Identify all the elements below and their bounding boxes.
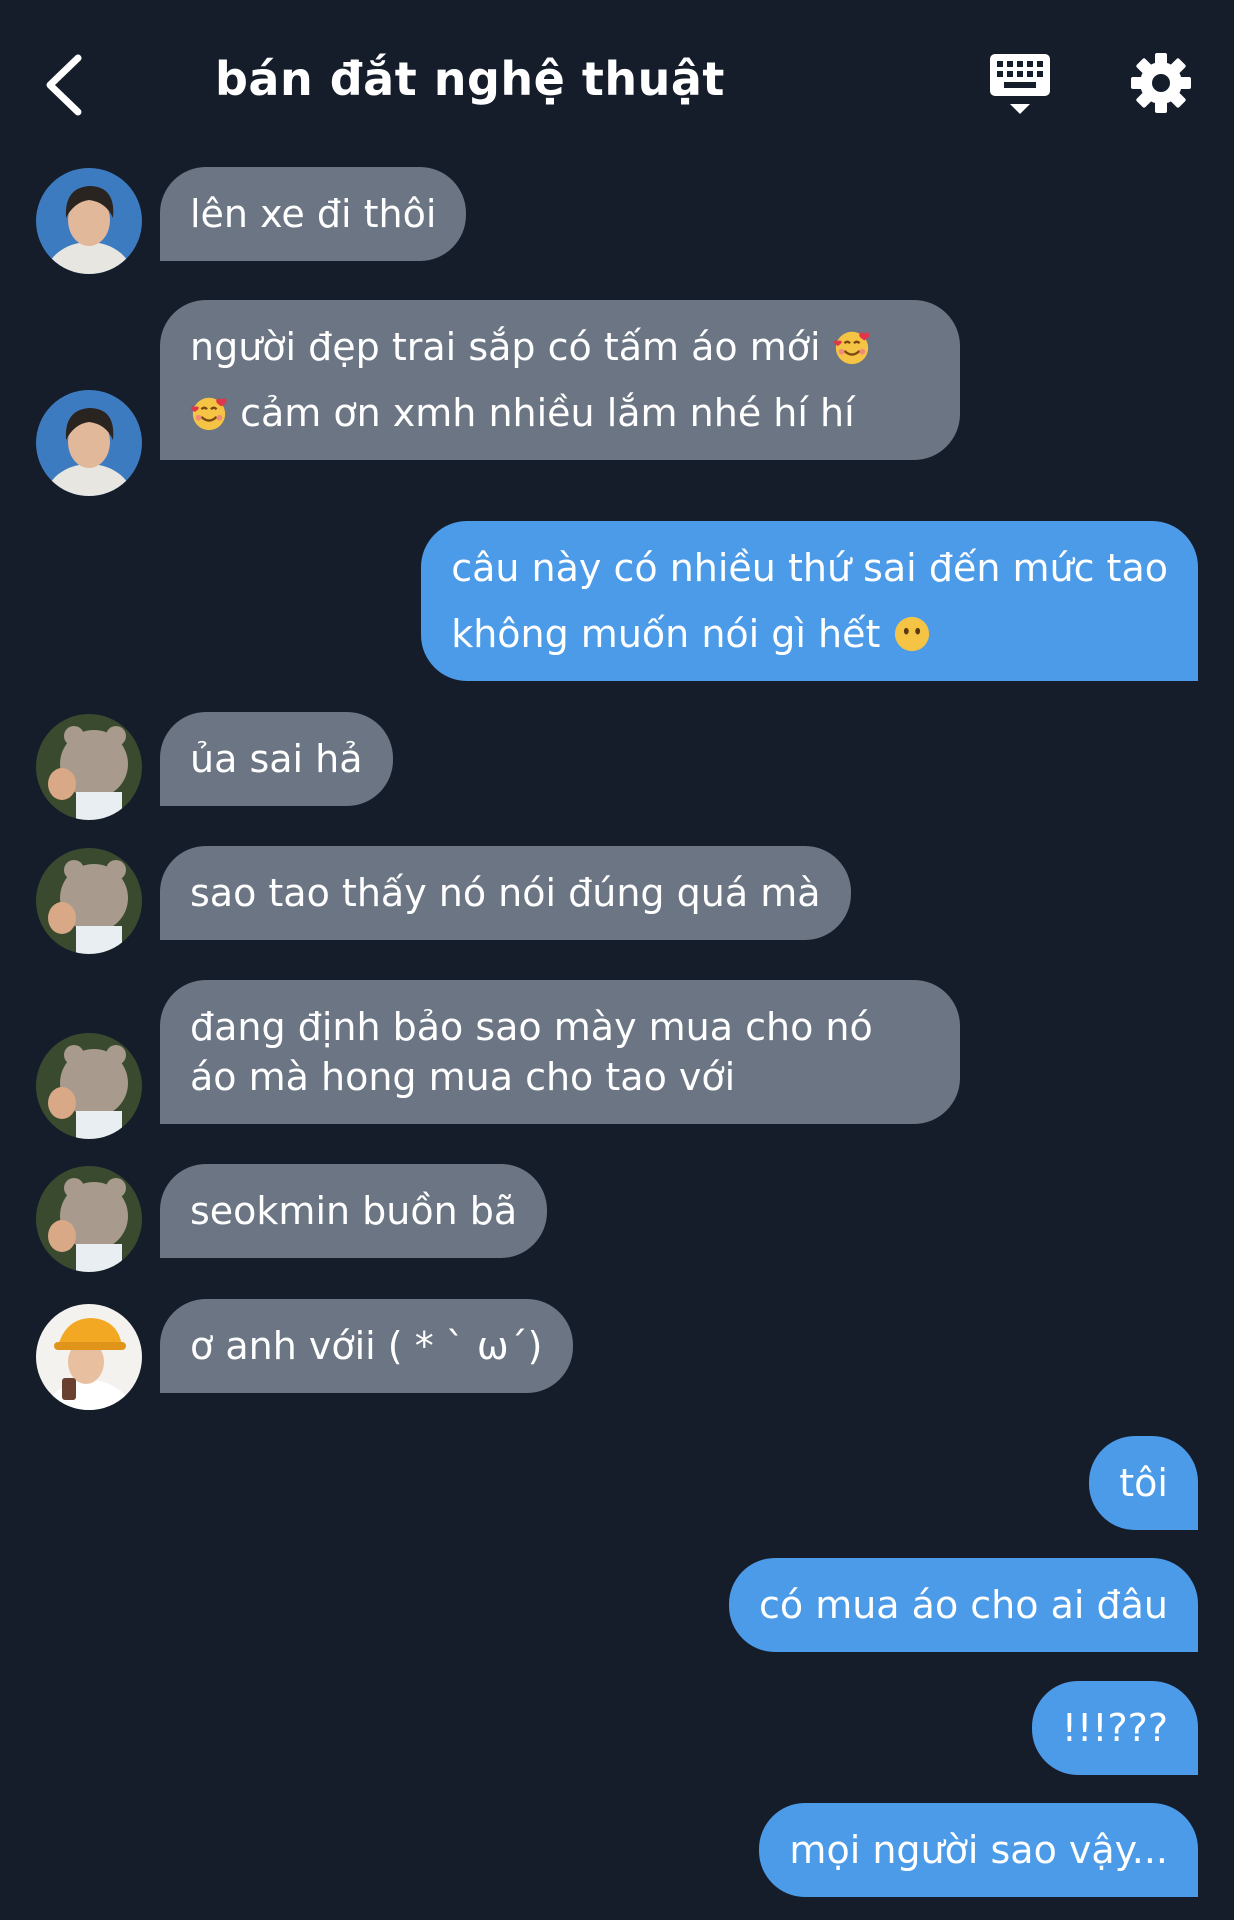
- avatar[interactable]: [36, 1166, 142, 1272]
- avatar-yellow-hat-image: [36, 1304, 142, 1410]
- avatar-dark-hair-image: [36, 390, 142, 496]
- message-bubble[interactable]: có mua áo cho ai đâu: [728, 1558, 1198, 1652]
- face-without-mouth-icon: [894, 616, 929, 652]
- avatar[interactable]: [36, 390, 142, 496]
- avatar[interactable]: [36, 848, 142, 954]
- message-line: cảm ơn xmh nhiều lắm nhé hí hí: [190, 380, 930, 446]
- message-text: người đẹp trai sắp có tấm áo mới: [190, 325, 821, 369]
- chat-title: bán đắt nghệ thuật: [215, 52, 725, 106]
- message-text: ơ anh vớii ( * ` ω´): [190, 1324, 543, 1368]
- avatar[interactable]: [36, 714, 142, 820]
- message-text: áo mà hong mua cho tao với: [190, 1055, 736, 1099]
- message-bubble[interactable]: !!!???: [1031, 1681, 1198, 1775]
- message-text: không muốn nói gì hết: [451, 612, 881, 656]
- message-text: mọi người sao vậy...: [789, 1828, 1168, 1872]
- avatar-teddy-bear-image: [36, 1166, 142, 1272]
- message-text: ủa sai hả: [190, 737, 363, 781]
- avatar-dark-hair-image: [36, 168, 142, 274]
- message-bubble[interactable]: mọi người sao vậy...: [759, 1803, 1198, 1897]
- message-text: lên xe đi thôi: [190, 192, 437, 236]
- message-bubble[interactable]: ủa sai hả: [160, 712, 393, 806]
- avatar-teddy-bear-image: [36, 1033, 142, 1139]
- message-text: tôi: [1119, 1461, 1168, 1505]
- message-text: !!!???: [1061, 1706, 1168, 1750]
- gear-icon: [1131, 53, 1191, 113]
- message-bubble[interactable]: sao tao thấy nó nói đúng quá mà: [160, 846, 851, 940]
- keyboard-icon: [990, 54, 1050, 114]
- message-bubble[interactable]: người đẹp trai sắp có tấm áo mới cảm ơn …: [160, 300, 960, 460]
- smiling-face-with-hearts-icon: [190, 397, 227, 431]
- message-text: câu này có nhiều thứ sai đến mức tao: [451, 546, 1168, 590]
- chevron-left-icon: [46, 54, 82, 116]
- message-bubble[interactable]: seokmin buồn bã: [160, 1164, 548, 1258]
- avatar[interactable]: [36, 168, 142, 274]
- avatar[interactable]: [36, 1033, 142, 1139]
- message-line: người đẹp trai sắp có tấm áo mới: [190, 314, 930, 380]
- message-bubble[interactable]: câu này có nhiều thứ sai đến mức tao khô…: [421, 521, 1198, 681]
- message-bubble[interactable]: đang định bảo sao mày mua cho nó áo mà h…: [160, 980, 960, 1124]
- message-text: sao tao thấy nó nói đúng quá mà: [190, 871, 821, 915]
- message-text: cảm ơn xmh nhiều lắm nhé hí hí: [240, 391, 855, 435]
- message-text: có mua áo cho ai đâu: [758, 1583, 1168, 1627]
- message-bubble[interactable]: tôi: [1089, 1436, 1198, 1530]
- avatar-teddy-bear-image: [36, 848, 142, 954]
- avatar-teddy-bear-image: [36, 714, 142, 820]
- avatar[interactable]: [36, 1304, 142, 1410]
- smiling-face-with-hearts-icon: [833, 331, 870, 365]
- message-bubble[interactable]: ơ anh vớii ( * ` ω´): [160, 1299, 573, 1393]
- back-button[interactable]: [40, 50, 92, 120]
- settings-button[interactable]: [1130, 52, 1192, 114]
- message-text: đang định bảo sao mày mua cho nó: [190, 1005, 873, 1049]
- message-text: seokmin buồn bã: [190, 1189, 518, 1233]
- keyboard-button[interactable]: [988, 52, 1052, 118]
- message-line: không muốn nói gì hết: [451, 601, 1168, 667]
- chat-header: bán đắt nghệ thuật: [0, 0, 1234, 160]
- message-bubble[interactable]: lên xe đi thôi: [160, 167, 467, 261]
